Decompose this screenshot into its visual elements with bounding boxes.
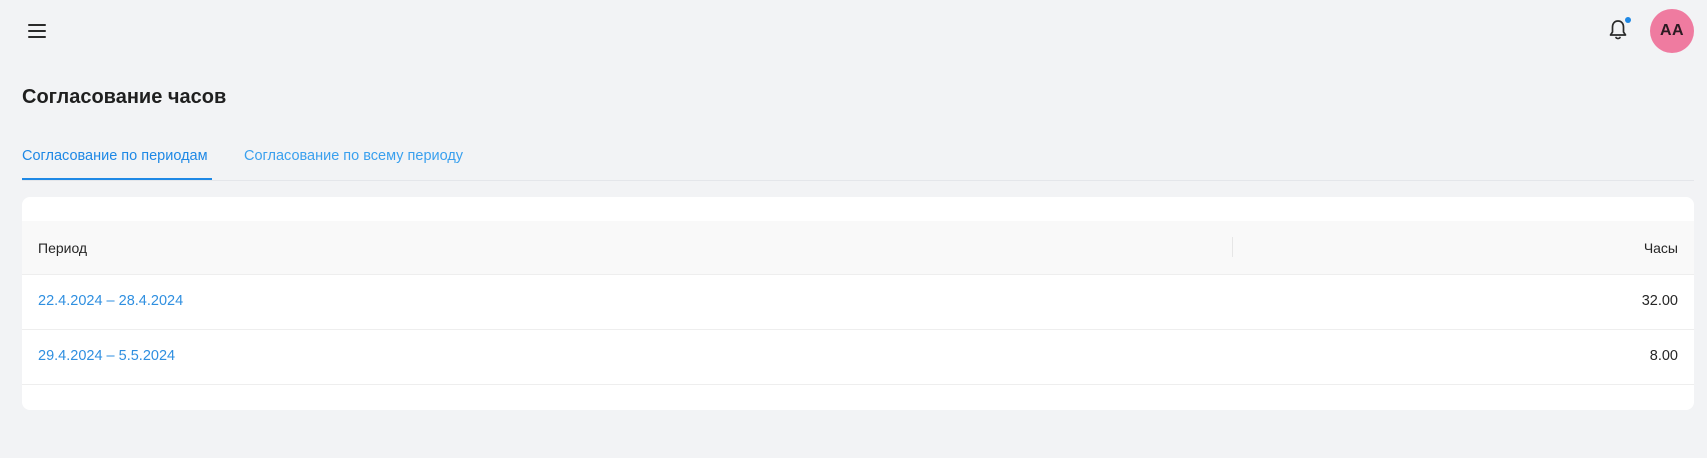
notification-badge: [1625, 17, 1631, 23]
hours-value: 32.00: [1641, 293, 1678, 309]
column-header-period[interactable]: Период: [38, 240, 87, 256]
period-link[interactable]: 29.4.2024 – 5.5.2024: [38, 348, 175, 364]
notifications-button[interactable]: [1606, 17, 1631, 43]
top-bar: AA: [0, 0, 1707, 62]
table-row: 29.4.2024 – 5.5.2024 8.00: [22, 330, 1694, 385]
period-link[interactable]: 22.4.2024 – 28.4.2024: [38, 293, 183, 309]
hours-table-card: Период Часы 22.4.2024 – 28.4.2024 32.00 …: [22, 197, 1694, 410]
hamburger-menu-icon: [28, 24, 46, 38]
tab-bar: Согласование по периодам Согласование по…: [22, 140, 1694, 181]
tab-by-periods[interactable]: Согласование по периодам: [22, 148, 208, 164]
column-header-hours[interactable]: Часы: [1644, 240, 1678, 256]
table-header: Период Часы: [22, 221, 1694, 275]
active-tab-indicator: [22, 178, 212, 180]
page-title: Согласование часов: [22, 86, 227, 108]
tab-whole-period[interactable]: Согласование по всему периоду: [244, 148, 463, 164]
user-avatar[interactable]: AA: [1650, 9, 1694, 53]
menu-button[interactable]: [26, 20, 50, 42]
table-row: 22.4.2024 – 28.4.2024 32.00: [22, 275, 1694, 330]
column-divider: [1232, 237, 1233, 257]
hours-value: 8.00: [1649, 348, 1678, 364]
